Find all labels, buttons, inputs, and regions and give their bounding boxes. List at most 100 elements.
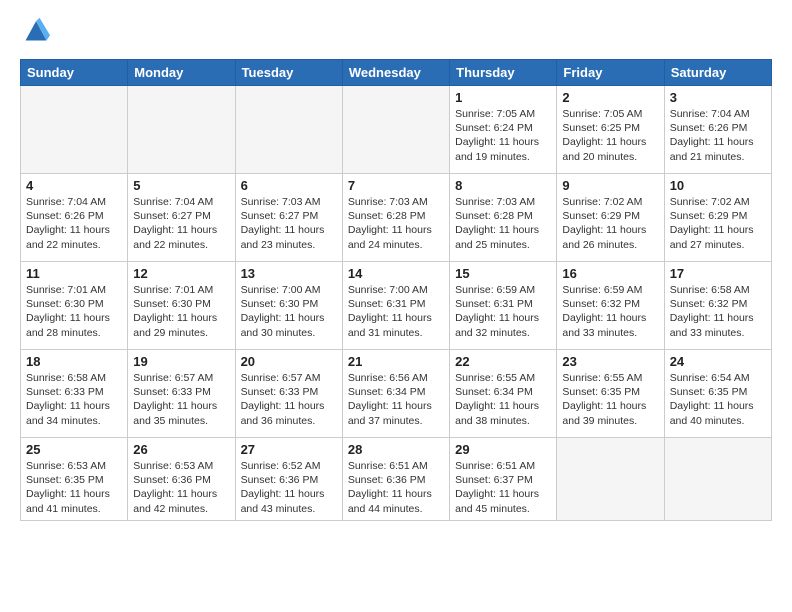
weekday-header-thursday: Thursday — [450, 60, 557, 86]
day-number: 13 — [241, 266, 337, 281]
calendar-cell: 2 Sunrise: 7:05 AM Sunset: 6:25 PM Daylig… — [557, 86, 664, 174]
week-row-3: 18 Sunrise: 6:58 AM Sunset: 6:33 PM Dayli… — [21, 350, 772, 438]
calendar-cell: 26 Sunrise: 6:53 AM Sunset: 6:36 PM Dayli… — [128, 438, 235, 521]
calendar-cell — [342, 86, 449, 174]
week-row-4: 25 Sunrise: 6:53 AM Sunset: 6:35 PM Dayli… — [21, 438, 772, 521]
day-number: 16 — [562, 266, 658, 281]
day-info: Sunrise: 6:51 AM Sunset: 6:37 PM Dayligh… — [455, 459, 551, 516]
day-info: Sunrise: 6:53 AM Sunset: 6:36 PM Dayligh… — [133, 459, 229, 516]
day-number: 26 — [133, 442, 229, 457]
day-info: Sunrise: 7:05 AM Sunset: 6:25 PM Dayligh… — [562, 107, 658, 164]
day-info: Sunrise: 7:04 AM Sunset: 6:26 PM Dayligh… — [670, 107, 766, 164]
calendar-cell: 12 Sunrise: 7:01 AM Sunset: 6:30 PM Dayli… — [128, 262, 235, 350]
weekday-header-friday: Friday — [557, 60, 664, 86]
day-info: Sunrise: 6:55 AM Sunset: 6:34 PM Dayligh… — [455, 371, 551, 428]
day-number: 23 — [562, 354, 658, 369]
day-info: Sunrise: 7:00 AM Sunset: 6:30 PM Dayligh… — [241, 283, 337, 340]
day-number: 12 — [133, 266, 229, 281]
logo — [20, 16, 50, 49]
calendar-cell: 5 Sunrise: 7:04 AM Sunset: 6:27 PM Daylig… — [128, 174, 235, 262]
header — [20, 16, 772, 49]
calendar-cell: 29 Sunrise: 6:51 AM Sunset: 6:37 PM Dayli… — [450, 438, 557, 521]
calendar-cell: 19 Sunrise: 6:57 AM Sunset: 6:33 PM Dayli… — [128, 350, 235, 438]
day-number: 27 — [241, 442, 337, 457]
day-number: 29 — [455, 442, 551, 457]
logo-icon — [22, 16, 50, 44]
day-number: 3 — [670, 90, 766, 105]
day-number: 6 — [241, 178, 337, 193]
calendar-cell — [557, 438, 664, 521]
calendar-cell: 3 Sunrise: 7:04 AM Sunset: 6:26 PM Daylig… — [664, 86, 771, 174]
weekday-header-tuesday: Tuesday — [235, 60, 342, 86]
day-number: 4 — [26, 178, 122, 193]
day-number: 25 — [26, 442, 122, 457]
day-number: 10 — [670, 178, 766, 193]
day-info: Sunrise: 6:59 AM Sunset: 6:32 PM Dayligh… — [562, 283, 658, 340]
day-info: Sunrise: 7:03 AM Sunset: 6:28 PM Dayligh… — [455, 195, 551, 252]
day-info: Sunrise: 6:51 AM Sunset: 6:36 PM Dayligh… — [348, 459, 444, 516]
day-number: 24 — [670, 354, 766, 369]
day-info: Sunrise: 6:58 AM Sunset: 6:33 PM Dayligh… — [26, 371, 122, 428]
weekday-header-wednesday: Wednesday — [342, 60, 449, 86]
week-row-2: 11 Sunrise: 7:01 AM Sunset: 6:30 PM Dayli… — [21, 262, 772, 350]
day-info: Sunrise: 6:59 AM Sunset: 6:31 PM Dayligh… — [455, 283, 551, 340]
calendar-cell: 4 Sunrise: 7:04 AM Sunset: 6:26 PM Daylig… — [21, 174, 128, 262]
calendar-cell: 13 Sunrise: 7:00 AM Sunset: 6:30 PM Dayli… — [235, 262, 342, 350]
calendar-cell: 25 Sunrise: 6:53 AM Sunset: 6:35 PM Dayli… — [21, 438, 128, 521]
calendar-cell: 9Sunrise: 7:02 AM Sunset: 6:29 PM Daylig… — [557, 174, 664, 262]
weekday-header-sunday: Sunday — [21, 60, 128, 86]
day-number: 7 — [348, 178, 444, 193]
weekday-header-row: SundayMondayTuesdayWednesdayThursdayFrid… — [21, 60, 772, 86]
day-number: 15 — [455, 266, 551, 281]
weekday-header-monday: Monday — [128, 60, 235, 86]
calendar-cell: 17Sunrise: 6:58 AM Sunset: 6:32 PM Dayli… — [664, 262, 771, 350]
calendar-cell: 6 Sunrise: 7:03 AM Sunset: 6:27 PM Daylig… — [235, 174, 342, 262]
week-row-1: 4 Sunrise: 7:04 AM Sunset: 6:26 PM Daylig… — [21, 174, 772, 262]
calendar-cell: 1 Sunrise: 7:05 AM Sunset: 6:24 PM Daylig… — [450, 86, 557, 174]
day-number: 5 — [133, 178, 229, 193]
weekday-header-saturday: Saturday — [664, 60, 771, 86]
day-number: 14 — [348, 266, 444, 281]
day-info: Sunrise: 7:04 AM Sunset: 6:27 PM Dayligh… — [133, 195, 229, 252]
calendar-cell: 24 Sunrise: 6:54 AM Sunset: 6:35 PM Dayli… — [664, 350, 771, 438]
day-info: Sunrise: 6:56 AM Sunset: 6:34 PM Dayligh… — [348, 371, 444, 428]
day-info: Sunrise: 7:01 AM Sunset: 6:30 PM Dayligh… — [133, 283, 229, 340]
day-number: 1 — [455, 90, 551, 105]
day-info: Sunrise: 6:53 AM Sunset: 6:35 PM Dayligh… — [26, 459, 122, 516]
calendar-cell: 11 Sunrise: 7:01 AM Sunset: 6:30 PM Dayli… — [21, 262, 128, 350]
day-number: 11 — [26, 266, 122, 281]
day-number: 2 — [562, 90, 658, 105]
calendar-cell: 27Sunrise: 6:52 AM Sunset: 6:36 PM Dayli… — [235, 438, 342, 521]
calendar-cell: 20 Sunrise: 6:57 AM Sunset: 6:33 PM Dayli… — [235, 350, 342, 438]
day-info: Sunrise: 7:03 AM Sunset: 6:27 PM Dayligh… — [241, 195, 337, 252]
day-number: 19 — [133, 354, 229, 369]
day-number: 9 — [562, 178, 658, 193]
calendar-cell: 14 Sunrise: 7:00 AM Sunset: 6:31 PM Dayli… — [342, 262, 449, 350]
day-number: 18 — [26, 354, 122, 369]
day-number: 22 — [455, 354, 551, 369]
calendar-cell — [21, 86, 128, 174]
calendar-cell: 22 Sunrise: 6:55 AM Sunset: 6:34 PM Dayli… — [450, 350, 557, 438]
day-number: 21 — [348, 354, 444, 369]
day-info: Sunrise: 7:05 AM Sunset: 6:24 PM Dayligh… — [455, 107, 551, 164]
day-info: Sunrise: 7:04 AM Sunset: 6:26 PM Dayligh… — [26, 195, 122, 252]
day-info: Sunrise: 6:54 AM Sunset: 6:35 PM Dayligh… — [670, 371, 766, 428]
calendar-cell: 15 Sunrise: 6:59 AM Sunset: 6:31 PM Dayli… — [450, 262, 557, 350]
day-number: 20 — [241, 354, 337, 369]
day-number: 28 — [348, 442, 444, 457]
calendar-table: SundayMondayTuesdayWednesdayThursdayFrid… — [20, 59, 772, 521]
calendar-cell: 8 Sunrise: 7:03 AM Sunset: 6:28 PM Daylig… — [450, 174, 557, 262]
day-info: Sunrise: 7:00 AM Sunset: 6:31 PM Dayligh… — [348, 283, 444, 340]
calendar-cell — [235, 86, 342, 174]
day-info: Sunrise: 7:01 AM Sunset: 6:30 PM Dayligh… — [26, 283, 122, 340]
day-info: Sunrise: 6:58 AM Sunset: 6:32 PM Dayligh… — [670, 283, 766, 340]
day-info: Sunrise: 6:55 AM Sunset: 6:35 PM Dayligh… — [562, 371, 658, 428]
calendar-cell: 16 Sunrise: 6:59 AM Sunset: 6:32 PM Dayli… — [557, 262, 664, 350]
day-info: Sunrise: 6:57 AM Sunset: 6:33 PM Dayligh… — [133, 371, 229, 428]
calendar-cell — [128, 86, 235, 174]
calendar-cell: 7 Sunrise: 7:03 AM Sunset: 6:28 PM Daylig… — [342, 174, 449, 262]
day-number: 8 — [455, 178, 551, 193]
calendar-cell: 28 Sunrise: 6:51 AM Sunset: 6:36 PM Dayli… — [342, 438, 449, 521]
day-info: Sunrise: 7:03 AM Sunset: 6:28 PM Dayligh… — [348, 195, 444, 252]
day-info: Sunrise: 6:57 AM Sunset: 6:33 PM Dayligh… — [241, 371, 337, 428]
